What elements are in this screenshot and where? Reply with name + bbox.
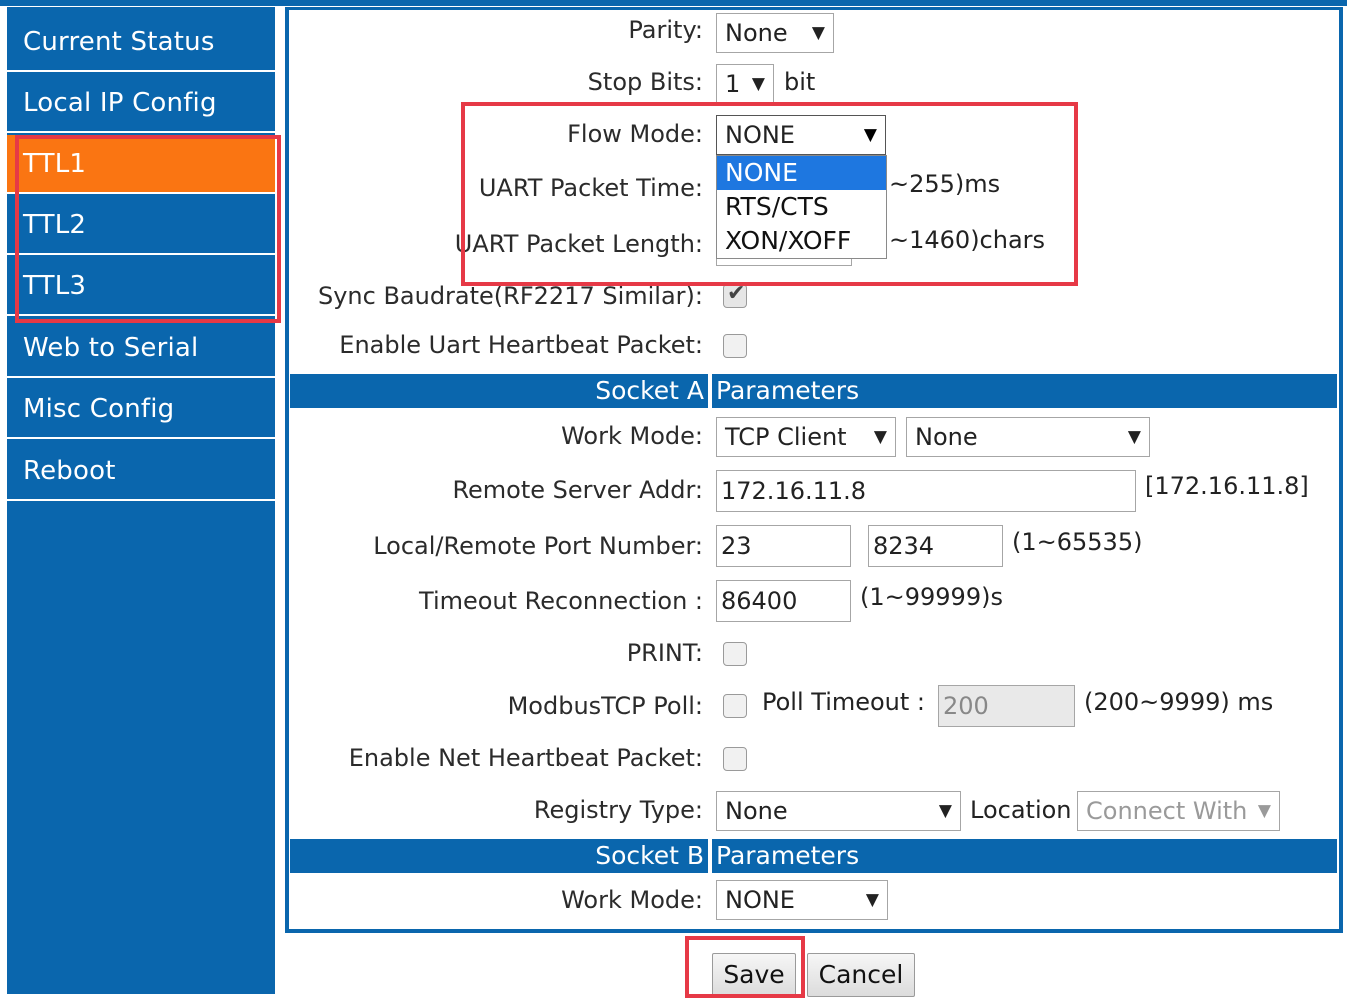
cancel-button[interactable]: Cancel [807, 953, 915, 997]
location-select[interactable]: Connect With ▼ [1077, 791, 1280, 831]
remote-server-addr-hint: [172.16.11.8] [1145, 472, 1309, 500]
highlight-save-button [685, 936, 805, 998]
chevron-down-icon: ▼ [811, 23, 825, 43]
uart-heartbeat-checkbox[interactable] [723, 334, 747, 358]
socket-a-work-mode-select[interactable]: TCP Client ▼ [716, 417, 896, 457]
local-port-input[interactable]: 23 [716, 525, 851, 567]
modbus-poll-label: ModbusTCP Poll: [507, 692, 703, 720]
modbus-poll-checkbox[interactable] [723, 694, 747, 718]
socket-b-title: Socket B [595, 841, 704, 870]
stop-bits-value: 1 [725, 70, 741, 98]
socket-b-work-mode-select[interactable]: NONE ▼ [716, 880, 888, 920]
port-number-label: Local/Remote Port Number: [373, 532, 703, 560]
remote-server-addr-label: Remote Server Addr: [452, 476, 703, 504]
socket-a-title: Socket A [595, 376, 704, 405]
socket-b-header: Socket B Parameters [290, 839, 1337, 873]
net-heartbeat-checkbox[interactable] [723, 747, 747, 771]
chevron-down-icon: ▼ [1127, 427, 1141, 447]
sync-baudrate-checkbox[interactable] [723, 281, 747, 308]
socket-a-work-mode-sub-value: None [915, 423, 978, 451]
parity-select[interactable]: None ▼ [716, 13, 834, 53]
registry-type-value: None [725, 797, 788, 825]
socket-b-subtitle: Parameters [716, 841, 860, 870]
header-divider [708, 374, 712, 408]
sidebar-item-misc-config[interactable]: Misc Config [7, 380, 275, 439]
highlight-flow-mode [461, 102, 1078, 286]
timeout-reconnection-hint: (1~99999)s [860, 583, 1003, 611]
chevron-down-icon: ▼ [865, 890, 879, 910]
sidebar-item-web-to-serial[interactable]: Web to Serial [7, 319, 275, 378]
stop-bits-unit: bit [784, 68, 816, 96]
registry-type-select[interactable]: None ▼ [716, 791, 961, 831]
poll-timeout-hint: (200~9999) ms [1084, 688, 1274, 716]
print-checkbox[interactable] [723, 642, 747, 666]
top-border [0, 0, 1347, 6]
socket-a-header: Socket A Parameters [290, 374, 1337, 408]
socket-b-work-mode-value: NONE [725, 886, 795, 914]
print-label: PRINT: [626, 639, 703, 667]
uart-heartbeat-label: Enable Uart Heartbeat Packet: [339, 331, 703, 359]
chevron-down-icon: ▼ [751, 74, 765, 94]
chevron-down-icon: ▼ [873, 427, 887, 447]
socket-b-work-mode-label: Work Mode: [561, 886, 703, 914]
net-heartbeat-label: Enable Net Heartbeat Packet: [348, 744, 703, 772]
poll-timeout-input[interactable]: 200 [938, 685, 1075, 727]
socket-a-subtitle: Parameters [716, 376, 860, 405]
sync-baudrate-label: Sync Baudrate(RF2217 Similar): [317, 282, 703, 310]
registry-type-label: Registry Type: [533, 796, 703, 824]
location-label: Location [970, 796, 1072, 824]
sidebar-item-local-ip-config[interactable]: Local IP Config [7, 74, 275, 133]
highlight-ttl-items [15, 135, 281, 323]
chevron-down-icon: ▼ [938, 801, 952, 821]
location-value: Connect With [1086, 797, 1248, 825]
socket-a-work-mode-sub-select[interactable]: None ▼ [906, 417, 1150, 457]
timeout-reconnection-label: Timeout Reconnection : [419, 587, 703, 615]
stop-bits-label: Stop Bits: [587, 68, 703, 96]
remote-server-addr-input[interactable]: 172.16.11.8 [716, 470, 1136, 512]
header-divider [708, 839, 712, 873]
sidebar-item-reboot[interactable]: Reboot [7, 442, 275, 501]
poll-timeout-label: Poll Timeout : [762, 688, 926, 716]
parity-value: None [725, 19, 788, 47]
remote-port-input[interactable]: 8234 [868, 525, 1003, 567]
parity-label: Parity: [628, 16, 703, 44]
stop-bits-select[interactable]: 1 ▼ [716, 64, 774, 104]
timeout-reconnection-input[interactable]: 86400 [716, 580, 851, 622]
sidebar-item-current-status[interactable]: Current Status [7, 13, 275, 72]
chevron-down-icon: ▼ [1257, 801, 1271, 821]
socket-a-work-mode-label: Work Mode: [561, 422, 703, 450]
socket-a-work-mode-value: TCP Client [725, 423, 847, 451]
port-range-hint: (1~65535) [1012, 528, 1143, 556]
